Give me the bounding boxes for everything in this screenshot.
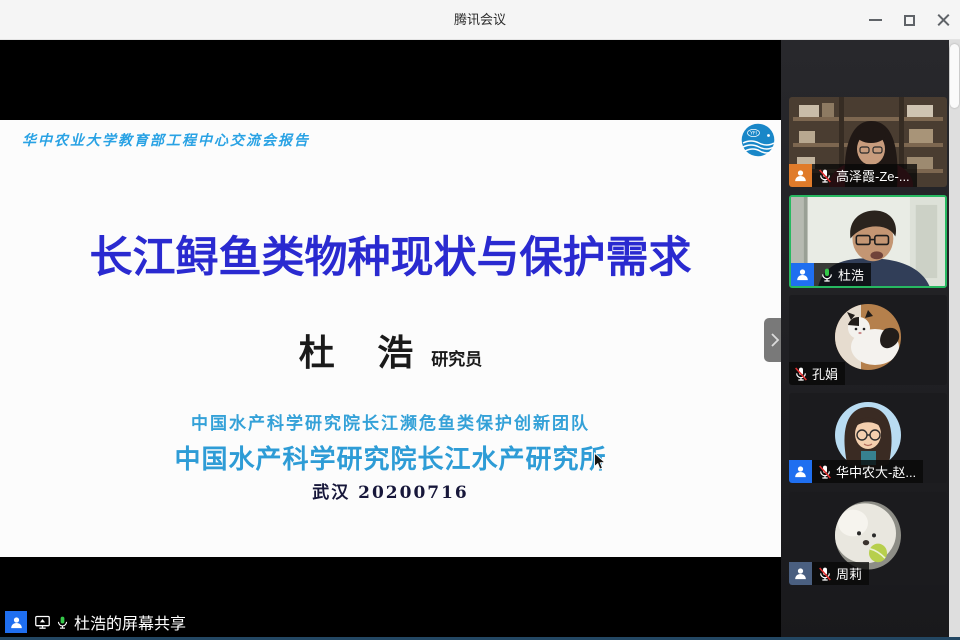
participant-name: 华中农大-赵... xyxy=(836,462,923,481)
mic-muted-icon xyxy=(793,366,809,382)
participant-name-bar: 高泽霞-Ze-... xyxy=(789,164,917,187)
participant-tile-duhao[interactable]: 杜浩 xyxy=(789,195,947,288)
minimize-button[interactable] xyxy=(858,0,892,40)
place-date-line: 武汉 20200716 xyxy=(0,478,781,503)
maximize-icon xyxy=(904,15,915,26)
minimize-icon xyxy=(869,19,882,21)
yfi-institute-logo-icon: YFI xyxy=(741,123,775,157)
participant-tile-gaozexia[interactable]: 高泽霞-Ze-... xyxy=(789,97,947,187)
mic-muted-icon xyxy=(817,168,833,184)
mouse-cursor xyxy=(593,452,606,471)
participant-name: 高泽霞-Ze-... xyxy=(836,166,917,185)
slide-title: 长江鲟鱼类物种现状与保护需求 xyxy=(0,223,781,285)
sidebar-scrollbar[interactable] xyxy=(949,40,960,640)
window-title: 腾讯会议 xyxy=(0,0,960,40)
participant-name-bar: 杜浩 xyxy=(791,263,871,286)
participant-tile-zhouli[interactable]: 周莉 xyxy=(789,492,947,585)
participant-name-bar: 孔娟 xyxy=(789,362,845,385)
share-status-bar: 杜浩的屏幕共享 xyxy=(0,611,186,633)
screen-share-icon xyxy=(34,614,51,631)
participants-sidebar: 高泽霞-Ze-... xyxy=(781,40,960,640)
speaker-title: 研究员 xyxy=(431,350,482,370)
tencent-meeting-window: 腾讯会议 华中农业大学教育部工程中心交流会报告 YFI 长江鲟鱼类物种现状与保护… xyxy=(0,0,960,640)
mic-muted-icon xyxy=(817,566,833,582)
slide-header-text: 华中农业大学教育部工程中心交流会报告 xyxy=(22,130,310,150)
shared-slide: 华中农业大学教育部工程中心交流会报告 YFI 长江鲟鱼类物种现状与保护需求 杜 … xyxy=(0,120,781,557)
mic-on-icon xyxy=(819,267,835,283)
share-status-label: 杜浩的屏幕共享 xyxy=(74,610,186,634)
scrollbar-thumb[interactable] xyxy=(950,44,959,108)
mic-muted-icon xyxy=(817,464,833,480)
close-icon xyxy=(937,14,950,27)
member-badge-icon xyxy=(789,460,812,483)
member-badge-icon xyxy=(789,562,812,585)
host-role-badge-icon xyxy=(789,164,812,187)
speaker-line: 杜 浩研究员 xyxy=(0,324,781,376)
participant-name: 周莉 xyxy=(836,564,869,583)
close-button[interactable] xyxy=(926,0,960,40)
member-badge-icon xyxy=(791,263,814,286)
team-line: 中国水产科学研究院长江濒危鱼类保护创新团队 xyxy=(0,409,781,434)
chevron-right-icon xyxy=(770,333,780,347)
participant-name-bar: 华中农大-赵... xyxy=(789,460,923,483)
participant-name-bar: 周莉 xyxy=(789,562,869,585)
mic-on-icon xyxy=(55,615,70,630)
screen-share-stage: 华中农业大学教育部工程中心交流会报告 YFI 长江鲟鱼类物种现状与保护需求 杜 … xyxy=(0,40,781,640)
presenter-badge-icon xyxy=(5,611,27,633)
window-controls xyxy=(858,0,960,40)
svg-text:YFI: YFI xyxy=(749,131,757,137)
participant-name: 杜浩 xyxy=(838,265,871,284)
participant-tile-hzau-zhao[interactable]: 华中农大-赵... xyxy=(789,393,947,483)
institute-line: 中国水产科学研究院长江水产研究所 xyxy=(0,439,781,476)
maximize-button[interactable] xyxy=(892,0,926,40)
title-bar: 腾讯会议 xyxy=(0,0,960,40)
speaker-name: 杜 浩 xyxy=(299,332,420,374)
participant-tile-kongjuan[interactable]: 孔娟 xyxy=(789,295,947,385)
participant-name: 孔娟 xyxy=(812,364,845,383)
